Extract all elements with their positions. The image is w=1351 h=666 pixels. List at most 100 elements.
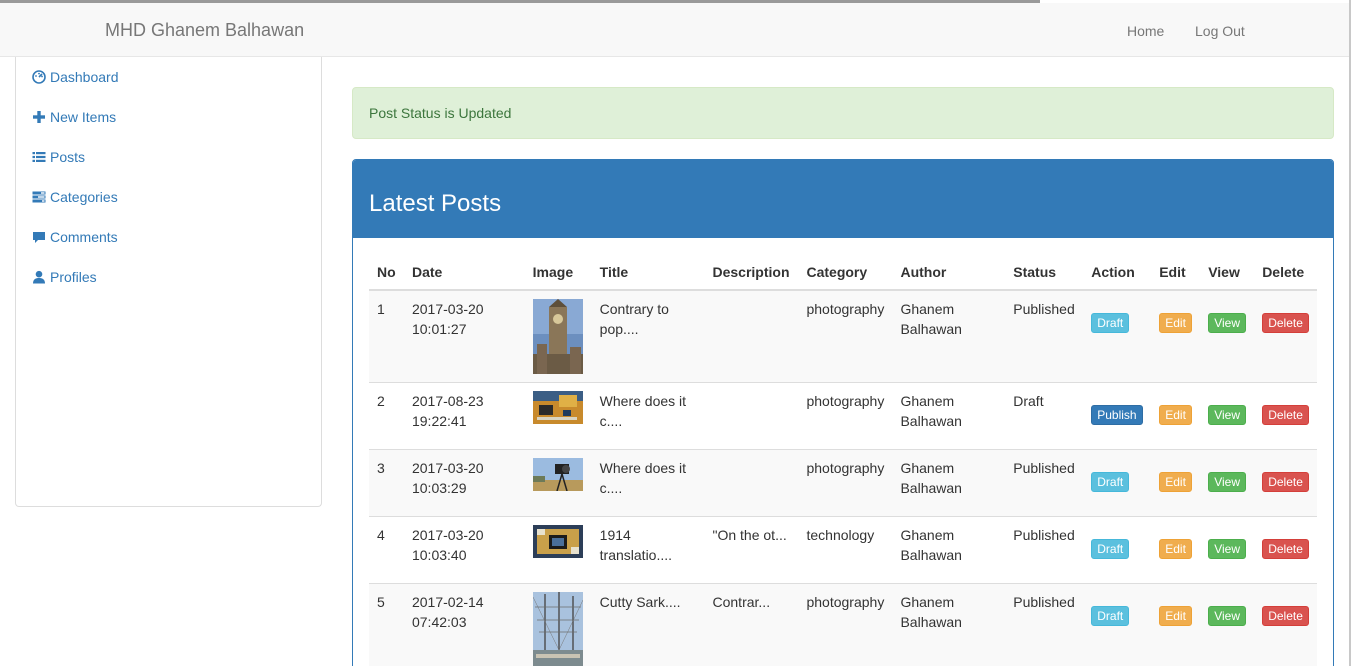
delete-button[interactable]: Delete: [1262, 405, 1309, 425]
sidebar-item-comments[interactable]: Comments: [32, 227, 118, 247]
delete-cell: Delete: [1254, 516, 1317, 584]
post-description: "On the ot...: [704, 516, 799, 584]
edit-cell: Edit: [1151, 449, 1201, 517]
post-category: photography: [798, 583, 893, 666]
tasks-icon: [32, 190, 46, 204]
post-title: 1914 translatio....: [591, 516, 705, 584]
view-button[interactable]: View: [1208, 472, 1246, 492]
post-date: 2017-03-20 10:03:40: [403, 516, 525, 584]
edit-button[interactable]: Edit: [1159, 313, 1192, 333]
table-row: 2 2017-08-23 19:22:41 Where does it c.... …: [369, 382, 1317, 450]
panel-title: Latest Posts: [353, 160, 1333, 238]
post-category: technology: [798, 516, 893, 584]
edit-button[interactable]: Edit: [1159, 606, 1192, 626]
table-row: 4 2017-03-20 10:03:40 1914 translatio.... …: [369, 516, 1317, 584]
action-cell: Draft: [1083, 516, 1152, 584]
title-text: Where does it: [599, 460, 687, 476]
draft-button[interactable]: Draft: [1091, 539, 1130, 559]
latest-posts-panel: Latest Posts No Date Image Title Descrip…: [352, 159, 1334, 666]
title-text: Contrary to: [599, 301, 669, 317]
author-text: Balhawan: [900, 614, 962, 630]
post-date: 2017-08-23 19:22:41: [403, 382, 525, 450]
draft-button[interactable]: Draft: [1091, 606, 1130, 626]
post-date: 2017-03-20 10:01:27: [403, 289, 525, 383]
title-text: pop....: [599, 321, 639, 337]
author-text: Ghanem: [900, 594, 955, 610]
success-alert: Post Status is Updated: [352, 87, 1334, 139]
post-status: Published: [1005, 289, 1084, 383]
brand-title[interactable]: MHD Ghanem Balhawan: [105, 20, 304, 41]
post-author: Ghanem Balhawan: [892, 289, 1006, 383]
date-text: 2017-08-23: [411, 393, 484, 409]
sidebar-item-posts[interactable]: Posts: [32, 147, 85, 167]
author-text: Balhawan: [900, 413, 962, 429]
nav-home-link[interactable]: Home: [1127, 23, 1164, 39]
user-icon: [32, 270, 46, 284]
post-image-cell: [524, 289, 592, 383]
post-thumbnail-image: [532, 299, 583, 374]
delete-cell: Delete: [1254, 289, 1317, 383]
post-title: Where does it c....: [591, 449, 705, 517]
time-text: 10:03:40: [411, 547, 467, 563]
delete-button[interactable]: Delete: [1262, 606, 1309, 626]
nav-logout-link[interactable]: Log Out: [1195, 23, 1245, 39]
sidebar-item-label: Comments: [50, 229, 118, 245]
post-image-cell: [524, 382, 592, 450]
delete-button[interactable]: Delete: [1262, 539, 1309, 559]
sidebar-item-categories[interactable]: Categories: [32, 187, 118, 207]
view-button[interactable]: View: [1208, 606, 1246, 626]
post-number: 3: [369, 449, 404, 517]
view-button[interactable]: View: [1208, 405, 1246, 425]
column-header: Description: [704, 255, 799, 291]
author-text: Ghanem: [900, 527, 955, 543]
date-text: 2017-03-20: [411, 301, 484, 317]
list-icon: [32, 150, 46, 164]
delete-button[interactable]: Delete: [1262, 313, 1309, 333]
column-header: Image: [524, 255, 592, 291]
edit-button[interactable]: Edit: [1159, 539, 1192, 559]
author-text: Ghanem: [900, 393, 955, 409]
date-text: 2017-02-14: [411, 594, 484, 610]
post-image-cell: [524, 583, 592, 666]
author-text: Balhawan: [900, 321, 962, 337]
view-button[interactable]: View: [1208, 313, 1246, 333]
title-text: c....: [599, 480, 623, 496]
post-number: 5: [369, 583, 404, 666]
action-cell: Draft: [1083, 449, 1152, 517]
date-text: 2017-03-20: [411, 527, 484, 543]
sidebar-item-label: New Items: [50, 109, 117, 125]
sidebar-item-dashboard[interactable]: Dashboard: [32, 67, 119, 87]
post-thumbnail-image: [532, 525, 583, 558]
sidebar-item-new-items[interactable]: New Items: [32, 107, 116, 127]
publish-button[interactable]: Publish: [1091, 405, 1143, 425]
time-text: 10:01:27: [411, 321, 467, 337]
author-text: Ghanem: [900, 301, 955, 317]
post-image-cell: [524, 516, 592, 584]
author-text: Balhawan: [900, 480, 962, 496]
delete-button[interactable]: Delete: [1262, 472, 1309, 492]
draft-button[interactable]: Draft: [1091, 472, 1130, 492]
table-row: 3 2017-03-20 10:03:29 Where does it c.... …: [369, 449, 1317, 517]
view-cell: View: [1200, 382, 1255, 450]
column-header: Category: [798, 255, 893, 291]
sidebar-item-profiles[interactable]: Profiles: [32, 267, 97, 287]
sidebar-item-label: Dashboard: [50, 69, 119, 85]
post-number: 2: [369, 382, 404, 450]
post-author: Ghanem Balhawan: [892, 583, 1006, 666]
delete-cell: Delete: [1254, 583, 1317, 666]
post-date: 2017-02-14 07:42:03: [403, 583, 525, 666]
draft-button[interactable]: Draft: [1091, 313, 1130, 333]
table-row: 1 2017-03-20 10:01:27 Contrary to pop.... …: [369, 289, 1317, 383]
view-button[interactable]: View: [1208, 539, 1246, 559]
post-description: [704, 382, 799, 450]
author-text: Balhawan: [900, 547, 962, 563]
view-cell: View: [1200, 289, 1255, 383]
time-text: 19:22:41: [411, 413, 467, 429]
edit-button[interactable]: Edit: [1159, 472, 1192, 492]
sidebar-item-label: Posts: [50, 149, 86, 165]
edit-button[interactable]: Edit: [1159, 405, 1192, 425]
post-category: photography: [798, 289, 893, 383]
edit-cell: Edit: [1151, 583, 1201, 666]
time-text: 10:03:29: [411, 480, 467, 496]
time-text: 07:42:03: [411, 614, 467, 630]
